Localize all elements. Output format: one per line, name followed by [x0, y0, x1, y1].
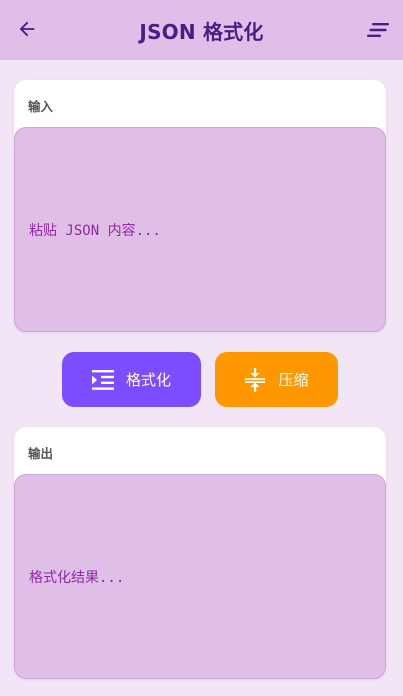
output-label: 输出: [28, 446, 54, 461]
json-input-field[interactable]: 粘贴 JSON 内容...: [14, 127, 386, 332]
compress-button[interactable]: 压缩: [215, 352, 338, 407]
input-card: 输入 粘贴 JSON 内容...: [14, 80, 386, 332]
formatted-output-field[interactable]: 格式化结果...: [14, 474, 386, 679]
app-bar: JSON 格式化: [0, 0, 403, 60]
format-button-label: 格式化: [125, 371, 171, 389]
format-indent-icon: [91, 369, 114, 391]
format-button[interactable]: 格式化: [62, 352, 201, 407]
compress-button-label: 压缩: [278, 371, 309, 389]
output-card: 输出 格式化结果...: [14, 427, 386, 679]
compress-vertical-icon: [244, 367, 266, 392]
sort-menu-icon[interactable]: [365, 17, 391, 43]
page-title: JSON 格式化: [139, 19, 264, 44]
input-label: 输入: [28, 99, 54, 114]
